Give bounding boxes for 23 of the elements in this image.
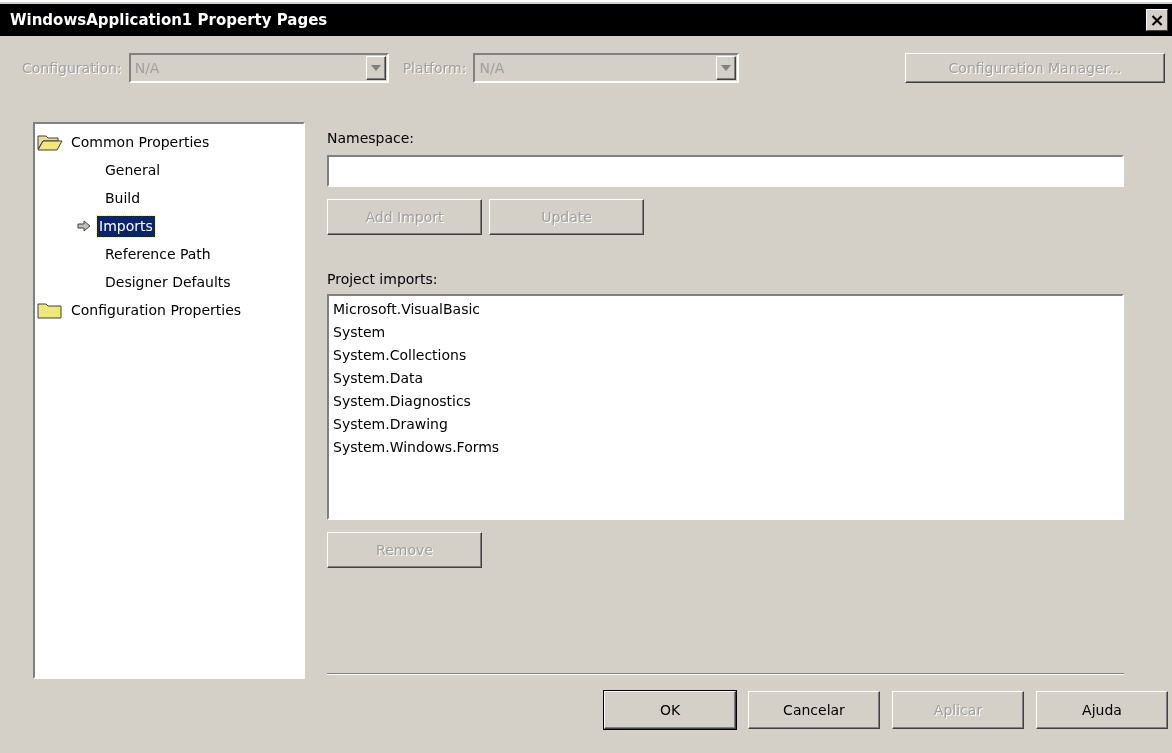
tree-item[interactable]: General (103, 159, 163, 181)
field-label: Namespace: (327, 129, 416, 148)
list-item[interactable]: System (333, 321, 1118, 344)
tree-item[interactable]: Designer Defaults (103, 271, 233, 293)
list-item[interactable]: System.Windows.Forms (333, 436, 1118, 459)
tree-item[interactable]: Configuration Properties (69, 299, 244, 321)
tree-item[interactable]: Imports (97, 215, 155, 237)
list-item[interactable]: System.Drawing (333, 413, 1118, 436)
dialog-button[interactable]: Cancelar (748, 691, 880, 729)
close-button[interactable]: × (1146, 9, 1168, 31)
list-item[interactable]: System.Collections (333, 344, 1118, 367)
field-label: Project imports: (327, 270, 439, 289)
window-title: WindowsApplication1 Property Pages (10, 9, 328, 31)
list-item[interactable]: System.Diagnostics (333, 390, 1118, 413)
dialog-button[interactable]: Ajuda (1036, 691, 1168, 729)
tree-item[interactable]: Reference Path (103, 243, 213, 265)
namespace-field[interactable] (327, 155, 1124, 187)
list-item[interactable]: Microsoft.VisualBasic (333, 298, 1118, 321)
tree-item[interactable]: Build (103, 187, 143, 209)
tree-item[interactable]: Common Properties (69, 131, 212, 153)
dialog-button[interactable]: OK (604, 691, 736, 729)
list-item[interactable]: System.Data (333, 367, 1118, 390)
arrow-icon (77, 220, 91, 232)
